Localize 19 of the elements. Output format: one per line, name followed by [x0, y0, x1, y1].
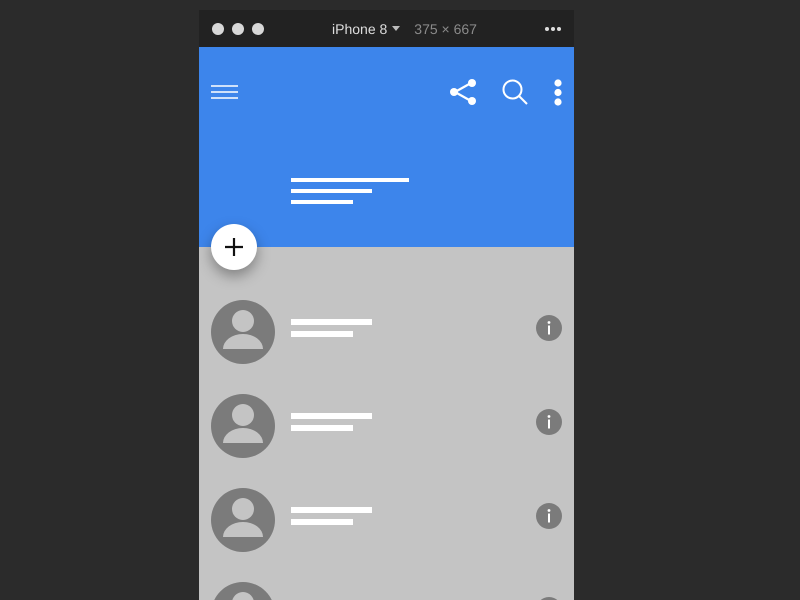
- more-icon[interactable]: [545, 26, 561, 30]
- info-icon[interactable]: [536, 409, 562, 435]
- window-close-dot[interactable]: [212, 22, 224, 34]
- avatar-icon: [211, 300, 275, 364]
- window-minimize-dot[interactable]: [232, 22, 244, 34]
- info-icon[interactable]: [536, 315, 562, 341]
- avatar-icon: [211, 394, 275, 458]
- more-vertical-icon[interactable]: [554, 78, 562, 106]
- info-icon[interactable]: [536, 503, 562, 529]
- menu-icon[interactable]: [211, 85, 238, 99]
- caret-icon[interactable]: [392, 26, 400, 31]
- search-icon[interactable]: [502, 79, 528, 105]
- add-button[interactable]: [211, 224, 257, 270]
- screen-size: 375 × 667: [414, 20, 477, 36]
- plus-icon: [224, 237, 244, 257]
- window-zoom-dot[interactable]: [252, 22, 264, 34]
- share-icon[interactable]: [449, 78, 477, 106]
- avatar-icon: [211, 488, 275, 552]
- device-name[interactable]: iPhone 8: [332, 20, 388, 36]
